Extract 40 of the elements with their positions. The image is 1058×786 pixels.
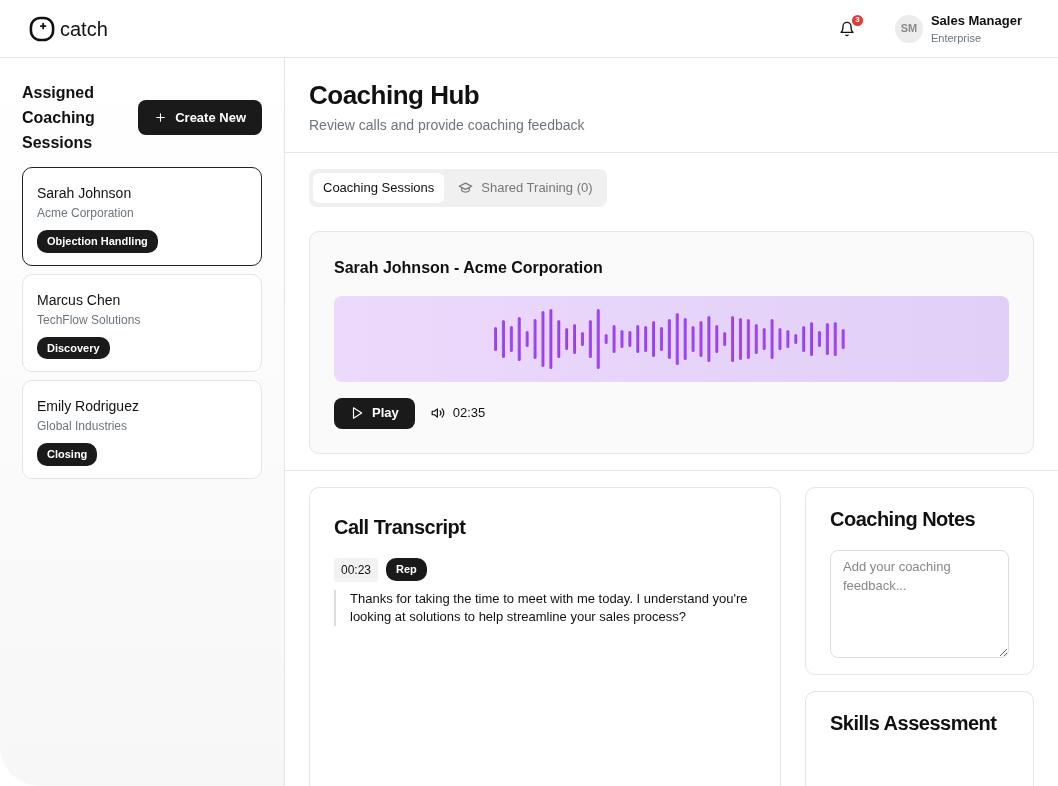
- graduation-cap-icon: [458, 180, 474, 196]
- session-card[interactable]: Marcus Chen TechFlow Solutions Discovery: [22, 273, 262, 372]
- session-tag: Discovery: [37, 336, 110, 359]
- notification-button[interactable]: [838, 20, 855, 37]
- duration: 02:35: [452, 404, 486, 423]
- skills-title: Skills Assessment: [830, 710, 998, 736]
- session-name: Marcus Chen: [37, 290, 121, 310]
- user-name: Sales Manager: [930, 11, 1022, 30]
- session-company: TechFlow Solutions: [37, 311, 141, 329]
- user-plan: Enterprise: [930, 31, 983, 46]
- tab[interactable]: Shared Training (0): [448, 173, 603, 203]
- session-tag: Objection Handling: [37, 230, 158, 253]
- timestamp: 00:23: [334, 557, 379, 582]
- bell-icon: [838, 20, 855, 37]
- user-avatar: SM: [894, 14, 923, 43]
- session-name: Sarah Johnson: [37, 184, 132, 203]
- speaker-tag: Rep: [386, 558, 427, 581]
- play-button[interactable]: Play: [334, 397, 415, 429]
- notification-count: 3: [851, 14, 863, 26]
- page-subtitle: Review calls and provide coaching feedback: [309, 116, 586, 135]
- volume-icon: [430, 406, 445, 420]
- session-company: Acme Corporation: [37, 205, 134, 222]
- sidebar-title: Assigned Coaching Sessions: [22, 83, 96, 153]
- logo-icon: [28, 14, 56, 43]
- session-card[interactable]: Sarah Johnson Acme Corporation Objection Handling: [22, 167, 262, 266]
- transcript-title: Call Transcript: [334, 514, 467, 540]
- transcript-text: Thanks for taking the time to meet with me today. I understand you're looking at solutions to help streamline your sales process?: [334, 589, 756, 626]
- notes-title: Coaching Notes: [830, 506, 977, 532]
- plus-icon: [154, 111, 168, 124]
- play-icon: [350, 406, 364, 420]
- tab[interactable]: Coaching Sessions: [313, 173, 445, 203]
- brand-name: catch: [60, 16, 108, 42]
- recording-title: Sarah Johnson - Acme Corporation: [334, 257, 604, 278]
- create-new-button[interactable]: Create New: [138, 99, 262, 136]
- session-name: Emily Rodriguez: [37, 397, 139, 416]
- session-card[interactable]: Emily Rodriguez Global Industries Closing: [22, 380, 262, 479]
- page-title: Coaching Hub: [309, 79, 481, 112]
- notes-field[interactable]: Add your coaching feedback...: [830, 549, 1009, 658]
- session-company: Global Industries: [37, 418, 128, 435]
- session-tag: Closing: [37, 443, 98, 466]
